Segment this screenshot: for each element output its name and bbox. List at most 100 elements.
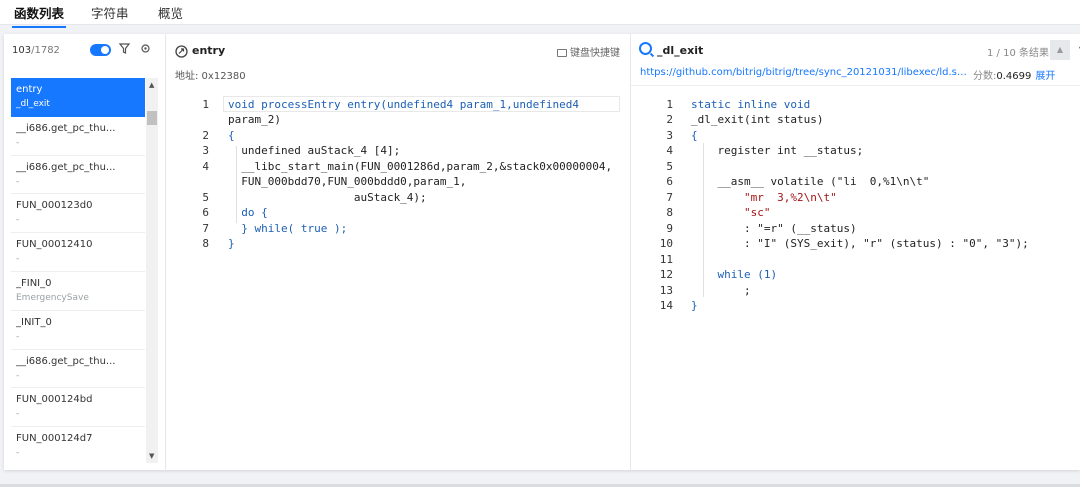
- code-line: {: [691, 129, 698, 142]
- code-line: void processEntry entry(undefined4 param…: [228, 97, 579, 113]
- item-name: _FINI_0: [16, 277, 52, 289]
- match-title: _dl_exit: [657, 44, 704, 57]
- item-name: __i686.get_pc_thu...: [16, 122, 116, 134]
- line-number: 1: [202, 98, 209, 111]
- item-name: __i686.get_pc_thu...: [16, 161, 116, 173]
- code-text: void processEntry entry(undefined4 param…: [228, 98, 579, 111]
- next-result-button[interactable]: ▼: [1072, 40, 1080, 60]
- filter-icon[interactable]: [118, 43, 131, 57]
- expand-link[interactable]: 展开: [1035, 71, 1055, 82]
- line-number: 8: [666, 206, 673, 219]
- line-number: 4: [666, 144, 673, 157]
- code-line: }: [691, 299, 698, 312]
- item-sub: -: [16, 448, 20, 459]
- code-line: undefined auStack_4 [4];: [228, 144, 401, 157]
- item-name: __i686.get_pc_thu...: [16, 355, 116, 367]
- line-number: 6: [666, 175, 673, 188]
- list-item-selected[interactable]: entry _dl_exit: [11, 78, 145, 117]
- list-item[interactable]: __i686.get_pc_thu... -: [11, 156, 145, 195]
- code-line: register int __status;: [691, 144, 864, 157]
- count-total: /1782: [31, 45, 60, 56]
- item-sub: -: [16, 409, 20, 420]
- line-number: 13: [659, 284, 673, 297]
- tab-overview[interactable]: 概览: [156, 3, 185, 22]
- count-current: 103: [12, 45, 32, 56]
- item-sub: -: [16, 176, 20, 187]
- item-name: entry: [16, 84, 43, 95]
- list-item[interactable]: FUN_000123d0 -: [11, 194, 145, 234]
- item-name: FUN_000123d0: [16, 200, 93, 212]
- item-sub: EmergencySave: [16, 292, 89, 303]
- function-title: entry: [192, 44, 226, 57]
- function-count: 103/1782: [12, 45, 60, 56]
- line-number: 8: [202, 237, 209, 250]
- list-item[interactable]: FUN_000124d7 -: [11, 427, 145, 462]
- item-sub: -: [16, 215, 20, 226]
- function-list: entry _dl_exit __i686.get_pc_thu... - __i6…: [11, 78, 145, 462]
- result-pager: 1 / 10 条结果: [987, 48, 1049, 59]
- tab-function-list[interactable]: 函数列表: [12, 3, 67, 28]
- code-line: ;: [691, 284, 751, 297]
- code-line: {: [228, 129, 235, 142]
- list-scrollbar[interactable]: ▲ ▼: [146, 78, 158, 463]
- main-panel: 103/1782 entry _dl_exit __i686.get_pc_thu…: [4, 34, 1080, 470]
- line-number: 12: [659, 268, 673, 281]
- keyboard-icon: [557, 49, 567, 57]
- line-number: 10: [659, 237, 673, 250]
- keyboard-shortcuts-button[interactable]: 键盘快捷键: [557, 44, 620, 59]
- tab-strings[interactable]: 字符串: [89, 3, 131, 22]
- code-line: auStack_4);: [228, 191, 427, 204]
- line-number: 3: [202, 144, 209, 157]
- score-value: 0.4699: [996, 71, 1032, 82]
- line-number: 4: [202, 160, 209, 173]
- line-number: 11: [659, 253, 673, 266]
- code-line: : "I" (SYS_exit), "r" (status) : "0", "3…: [691, 237, 1029, 250]
- function-list-panel: 103/1782 entry _dl_exit __i686.get_pc_thu…: [4, 34, 166, 470]
- scroll-up-icon[interactable]: ▲: [149, 81, 154, 89]
- list-item[interactable]: FUN_00012410 -: [11, 233, 145, 272]
- decompiled-panel: entry 地址: 0x12380 键盘快捷键 1 2 3 4 5 6 7 8 …: [166, 34, 631, 470]
- item-sub: _dl_exit: [16, 99, 50, 109]
- locate-icon[interactable]: [140, 43, 151, 57]
- list-item[interactable]: __i686.get_pc_thu... -: [11, 350, 145, 389]
- code-line: __libc_start_main(FUN_0001286d,param_2,&…: [228, 160, 613, 173]
- source-link[interactable]: https://github.com/bitrig/bitrig/tree/sy…: [640, 67, 968, 78]
- header-divider: [631, 85, 1080, 86]
- item-sub: -: [16, 331, 20, 342]
- item-sub: -: [16, 254, 20, 265]
- line-number: 2: [666, 113, 673, 126]
- top-tab-bar: 函数列表 字符串 概览: [0, 0, 1080, 28]
- line-number: 5: [202, 191, 209, 204]
- list-item[interactable]: __i686.get_pc_thu... -: [11, 117, 145, 156]
- line-number: 9: [666, 222, 673, 235]
- code-line: "mr 3,%2\n\t": [691, 191, 837, 204]
- list-item[interactable]: _FINI_0 EmergencySave: [11, 272, 145, 311]
- line-number: 2: [202, 129, 209, 142]
- code-line: } while( true );: [228, 222, 348, 235]
- scroll-thumb[interactable]: [147, 111, 157, 125]
- shortcut-label: 键盘快捷键: [570, 48, 620, 59]
- source-search-icon: [639, 42, 652, 55]
- previous-result-button[interactable]: ▲: [1050, 40, 1070, 60]
- list-item[interactable]: _INIT_0 -: [11, 311, 145, 350]
- line-number: 14: [659, 299, 673, 312]
- line-number: 7: [666, 191, 673, 204]
- item-name: FUN_00012410: [16, 239, 93, 251]
- score-label: 分数:: [973, 71, 997, 82]
- code-line: }: [228, 237, 235, 250]
- list-item[interactable]: FUN_000124bd -: [11, 388, 145, 428]
- code-line: _dl_exit(int status): [691, 113, 824, 126]
- item-name: FUN_000124bd: [16, 394, 93, 406]
- match-score: 分数:0.4699 展开: [973, 67, 1055, 82]
- item-sub: -: [16, 137, 20, 148]
- code-line: __asm__ volatile ("li 0,%1\n\t": [691, 175, 930, 188]
- code-line: static inline void: [691, 98, 811, 111]
- line-number: 6: [202, 206, 209, 219]
- code-line: while (1): [691, 268, 778, 281]
- function-icon: [175, 43, 188, 62]
- scroll-down-icon[interactable]: ▼: [149, 452, 154, 460]
- filter-toggle[interactable]: [90, 44, 111, 56]
- code-line: : "=r" (__status): [691, 222, 857, 235]
- line-number: 3: [666, 129, 673, 142]
- line-number: 1: [666, 98, 673, 111]
